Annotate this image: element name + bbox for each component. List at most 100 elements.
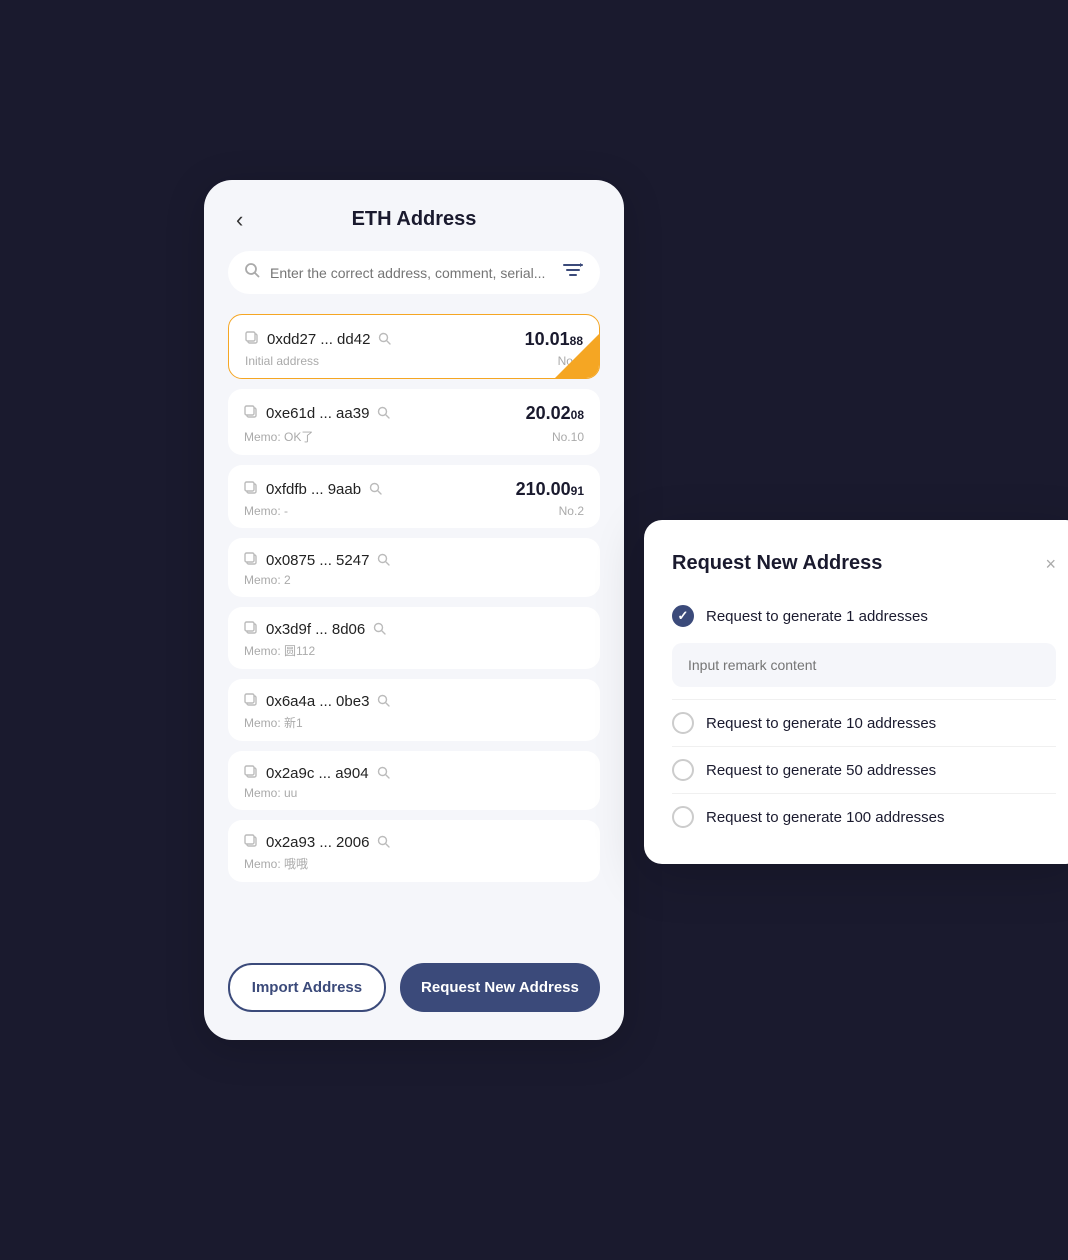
search-icon [244, 262, 260, 283]
address-card[interactable]: 0x2a93 ... 2006 Memo: 哦哦 [228, 820, 600, 882]
radio-label: Request to generate 50 addresses [706, 762, 936, 779]
search-address-icon[interactable] [377, 406, 390, 422]
address-text: 0x2a9c ... a904 [266, 765, 369, 782]
address-card[interactable]: 0x3d9f ... 8d06 Memo: 圆112 [228, 607, 600, 669]
address-left: 0xe61d ... aa39 [244, 405, 390, 422]
search-address-icon[interactable] [377, 766, 390, 782]
address-text: 0x0875 ... 5247 [266, 552, 369, 569]
page-title: ETH Address [352, 208, 477, 231]
address-text: 0xdd27 ... dd42 [267, 331, 370, 348]
copy-icon[interactable] [244, 834, 258, 851]
address-no: No.2 [559, 504, 584, 518]
main-card: ‹ ETH Address [204, 180, 624, 1040]
memo-text: Memo: 圆112 [244, 642, 315, 659]
address-row: 0x2a9c ... a904 [244, 765, 584, 782]
bottom-buttons: Import Address Request New Address [228, 963, 600, 1012]
address-left: 0x2a93 ... 2006 [244, 834, 390, 851]
request-new-address-button[interactable]: Request New Address [400, 963, 600, 1012]
modal-close-button[interactable]: × [1045, 555, 1056, 573]
option-divider [672, 793, 1056, 794]
address-text: 0xe61d ... aa39 [266, 405, 369, 422]
amount: 20.0208 [526, 403, 584, 424]
memo-text: Memo: OK了 [244, 428, 313, 445]
search-bar [228, 251, 600, 294]
radio-option[interactable]: Request to generate 50 addresses [672, 751, 1056, 789]
page-container: ‹ ETH Address [204, 180, 864, 1080]
header: ‹ ETH Address [228, 208, 600, 231]
address-left: 0xfdfb ... 9aab [244, 481, 382, 498]
radio-circle: ✓ [672, 605, 694, 627]
radio-circle [672, 712, 694, 734]
address-row: 0x2a93 ... 2006 [244, 834, 584, 851]
radio-option[interactable]: Request to generate 100 addresses [672, 798, 1056, 836]
import-address-button[interactable]: Import Address [228, 963, 386, 1012]
modal-title: Request New Address [672, 552, 882, 575]
memo-text: Memo: - [244, 504, 288, 518]
address-bottom: Memo: 哦哦 [244, 855, 584, 872]
address-card[interactable]: 0x0875 ... 5247 Memo: 2 [228, 538, 600, 597]
address-card[interactable]: 0x6a4a ... 0be3 Memo: 新1 [228, 679, 600, 741]
address-bottom: Memo: 新1 [244, 714, 584, 731]
search-address-icon[interactable] [373, 622, 386, 638]
search-input[interactable] [270, 265, 552, 281]
modal-options: ✓ Request to generate 1 addresses Reques… [672, 597, 1056, 836]
copy-icon[interactable] [244, 693, 258, 710]
memo-text: Memo: 哦哦 [244, 855, 308, 872]
option-divider [672, 746, 1056, 747]
memo-text: Memo: 2 [244, 573, 291, 587]
memo-text: Memo: uu [244, 786, 297, 800]
filter-button[interactable] [562, 261, 584, 284]
address-card[interactable]: 0xdd27 ... dd42 10.0188 Initial address … [228, 314, 600, 379]
address-left: 0x0875 ... 5247 [244, 552, 390, 569]
address-bottom: Memo: uu [244, 786, 584, 800]
address-text: 0x6a4a ... 0be3 [266, 693, 369, 710]
radio-option[interactable]: ✓ Request to generate 1 addresses [672, 597, 1056, 635]
address-left: 0xdd27 ... dd42 [245, 331, 391, 348]
address-left: 0x3d9f ... 8d06 [244, 621, 386, 638]
request-new-address-modal: Request New Address × ✓ Request to gener… [644, 520, 1068, 864]
search-address-icon[interactable] [369, 482, 382, 498]
modal-header: Request New Address × [672, 552, 1056, 575]
address-row: 0xfdfb ... 9aab 210.0091 [244, 479, 584, 500]
option-divider [672, 699, 1056, 700]
address-row: 0x0875 ... 5247 [244, 552, 584, 569]
address-row: 0xe61d ... aa39 20.0208 [244, 403, 584, 424]
address-text: 0x3d9f ... 8d06 [266, 621, 365, 638]
copy-icon[interactable] [245, 331, 259, 348]
address-card[interactable]: 0xfdfb ... 9aab 210.0091 Memo: - No.2 [228, 465, 600, 528]
search-address-icon[interactable] [377, 553, 390, 569]
radio-label: Request to generate 1 addresses [706, 608, 928, 625]
memo-text: Initial address [245, 354, 319, 368]
address-list: 0xdd27 ... dd42 10.0188 Initial address … [228, 314, 600, 943]
address-left: 0x6a4a ... 0be3 [244, 693, 390, 710]
copy-icon[interactable] [244, 621, 258, 638]
active-badge [555, 334, 599, 378]
radio-option[interactable]: Request to generate 10 addresses [672, 704, 1056, 742]
search-address-icon[interactable] [377, 835, 390, 851]
copy-icon[interactable] [244, 765, 258, 782]
address-bottom: Memo: 2 [244, 573, 584, 587]
address-text: 0x2a93 ... 2006 [266, 834, 369, 851]
amount: 210.0091 [516, 479, 584, 500]
copy-icon[interactable] [244, 405, 258, 422]
radio-label: Request to generate 10 addresses [706, 715, 936, 732]
radio-circle [672, 806, 694, 828]
copy-icon[interactable] [244, 552, 258, 569]
address-row: 0x3d9f ... 8d06 [244, 621, 584, 638]
address-no: No.10 [552, 430, 584, 444]
address-left: 0x2a9c ... a904 [244, 765, 390, 782]
search-address-icon[interactable] [377, 694, 390, 710]
address-bottom: Memo: OK了 No.10 [244, 428, 584, 445]
copy-icon[interactable] [244, 481, 258, 498]
radio-circle [672, 759, 694, 781]
back-button[interactable]: ‹ [228, 203, 251, 237]
radio-label: Request to generate 100 addresses [706, 809, 945, 826]
address-card[interactable]: 0xe61d ... aa39 20.0208 Memo: OK了 No.10 [228, 389, 600, 455]
memo-text: Memo: 新1 [244, 714, 303, 731]
radio-checkmark: ✓ [678, 608, 689, 624]
search-address-icon[interactable] [378, 332, 391, 348]
address-row: 0xdd27 ... dd42 10.0188 [245, 329, 583, 350]
remark-input[interactable] [672, 643, 1056, 687]
address-text: 0xfdfb ... 9aab [266, 481, 361, 498]
address-card[interactable]: 0x2a9c ... a904 Memo: uu [228, 751, 600, 810]
